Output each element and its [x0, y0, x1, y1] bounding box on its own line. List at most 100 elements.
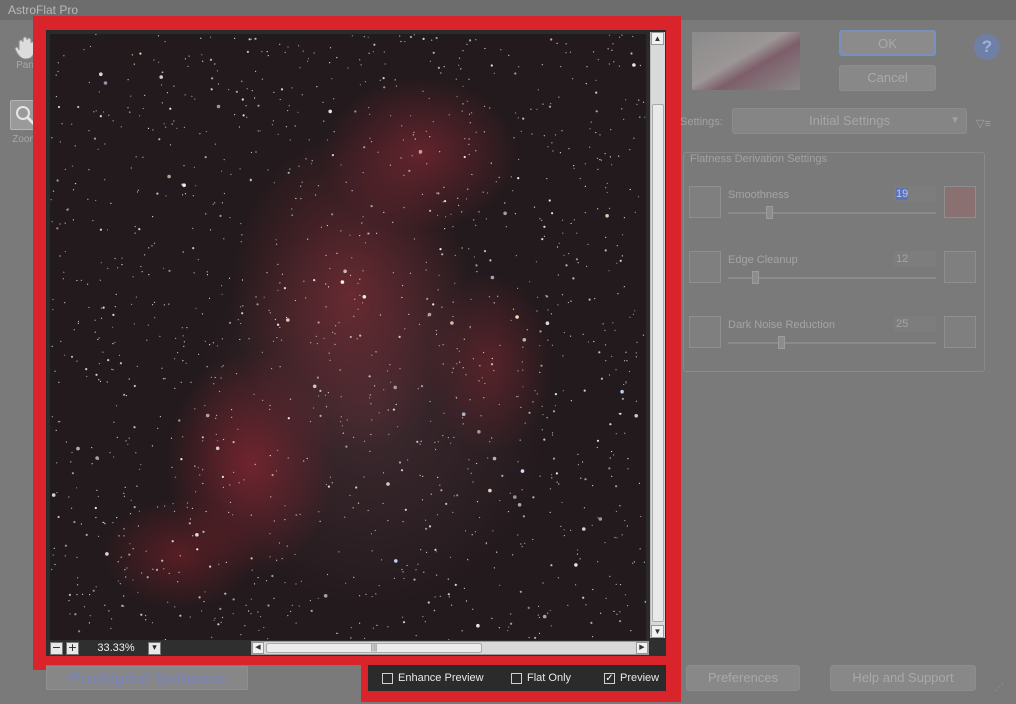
- star: [240, 223, 242, 225]
- scroll-left-icon[interactable]: ◀: [252, 642, 264, 654]
- star: [151, 622, 154, 624]
- cancel-button[interactable]: Cancel: [839, 65, 936, 91]
- brand-logo[interactable]: ProDigital Software: [46, 666, 248, 690]
- star: [371, 419, 373, 421]
- smoothness-value[interactable]: 19: [894, 186, 936, 202]
- star: [335, 325, 337, 327]
- flat-only-checkbox[interactable]: Flat Only: [511, 672, 571, 684]
- horizontal-scrollbar[interactable]: ◀ ||| ▶: [251, 641, 649, 655]
- star: [390, 381, 392, 383]
- preview-checkbox[interactable]: ✓ Preview: [604, 672, 659, 684]
- star: [182, 194, 184, 196]
- star: [260, 616, 262, 618]
- star: [419, 152, 421, 155]
- scroll-up-icon[interactable]: ▲: [651, 32, 664, 45]
- star: [627, 605, 629, 607]
- vertical-scrollbar[interactable]: ▲ ▼: [650, 32, 665, 638]
- star: [105, 552, 109, 556]
- enhance-preview-checkbox[interactable]: Enhance Preview: [382, 672, 484, 684]
- star: [462, 367, 464, 369]
- star: [294, 553, 296, 556]
- settings-menu-icon[interactable]: ▽≡: [976, 117, 998, 131]
- star: [159, 335, 161, 337]
- star: [383, 51, 385, 53]
- star: [284, 582, 286, 584]
- smoothness-slider-handle[interactable]: [766, 206, 773, 219]
- star: [123, 492, 125, 494]
- star: [465, 374, 467, 376]
- star: [186, 506, 188, 508]
- zoom-menu-button[interactable]: ▾: [148, 642, 161, 655]
- star: [547, 339, 549, 341]
- star: [64, 168, 66, 170]
- star: [353, 436, 355, 438]
- preview-thumbnail[interactable]: [692, 32, 800, 90]
- dark-noise-slider-handle[interactable]: [778, 336, 785, 349]
- star: [615, 433, 617, 435]
- star: [279, 326, 281, 329]
- star: [100, 317, 103, 319]
- star: [471, 173, 473, 176]
- edge-cleanup-slider[interactable]: [728, 277, 936, 279]
- star: [309, 420, 312, 423]
- flat-only-box[interactable]: [511, 672, 522, 684]
- star: [519, 439, 521, 441]
- star: [317, 185, 319, 187]
- star: [632, 313, 635, 315]
- star: [434, 441, 436, 443]
- star: [310, 609, 313, 613]
- settings-label: Settings:: [680, 116, 723, 128]
- star: [521, 489, 523, 491]
- preferences-button[interactable]: Preferences: [686, 665, 800, 691]
- dark-noise-value[interactable]: 25: [894, 316, 936, 332]
- star: [220, 621, 222, 624]
- help-support-button[interactable]: Help and Support: [830, 665, 976, 691]
- settings-select[interactable]: Initial Settings ▼: [732, 108, 967, 134]
- star: [85, 368, 88, 371]
- star: [595, 79, 597, 81]
- star: [350, 637, 352, 639]
- star: [125, 395, 127, 397]
- star: [589, 146, 591, 148]
- star: [193, 272, 195, 274]
- star: [141, 572, 143, 574]
- star: [551, 212, 554, 215]
- ok-button[interactable]: OK: [839, 30, 936, 56]
- scroll-right-icon[interactable]: ▶: [636, 642, 648, 654]
- star: [250, 613, 252, 615]
- star: [619, 412, 622, 415]
- scroll-down-icon[interactable]: ▼: [651, 625, 664, 638]
- star: [586, 265, 588, 267]
- star: [242, 305, 244, 307]
- star: [508, 626, 510, 628]
- star: [181, 327, 183, 329]
- star: [555, 472, 558, 475]
- dark-noise-slider[interactable]: [728, 342, 936, 344]
- edge-cleanup-value[interactable]: 12: [894, 251, 936, 267]
- star: [609, 156, 612, 158]
- star: [516, 396, 518, 398]
- horizontal-scroll-thumb[interactable]: |||: [266, 643, 482, 653]
- star: [484, 47, 486, 50]
- smoothness-slider[interactable]: [728, 212, 936, 214]
- star: [162, 378, 164, 380]
- zoom-in-button[interactable]: +: [66, 642, 79, 655]
- star: [257, 104, 260, 107]
- star: [427, 315, 429, 317]
- star: [580, 477, 582, 479]
- preview-box[interactable]: ✓: [604, 672, 615, 684]
- astro-image[interactable]: [50, 34, 646, 640]
- enhance-preview-box[interactable]: [382, 672, 393, 684]
- star: [98, 91, 100, 93]
- resize-grip-icon[interactable]: ⋰: [994, 682, 1012, 700]
- star: [372, 627, 374, 629]
- zoom-out-button[interactable]: −: [50, 642, 63, 655]
- help-icon[interactable]: ?: [974, 34, 1000, 60]
- star: [558, 242, 560, 244]
- vertical-scroll-thumb[interactable]: [652, 104, 664, 622]
- star: [245, 604, 247, 606]
- star: [441, 253, 444, 256]
- edge-cleanup-slider-handle[interactable]: [752, 271, 759, 284]
- star: [369, 450, 371, 452]
- star: [392, 272, 394, 274]
